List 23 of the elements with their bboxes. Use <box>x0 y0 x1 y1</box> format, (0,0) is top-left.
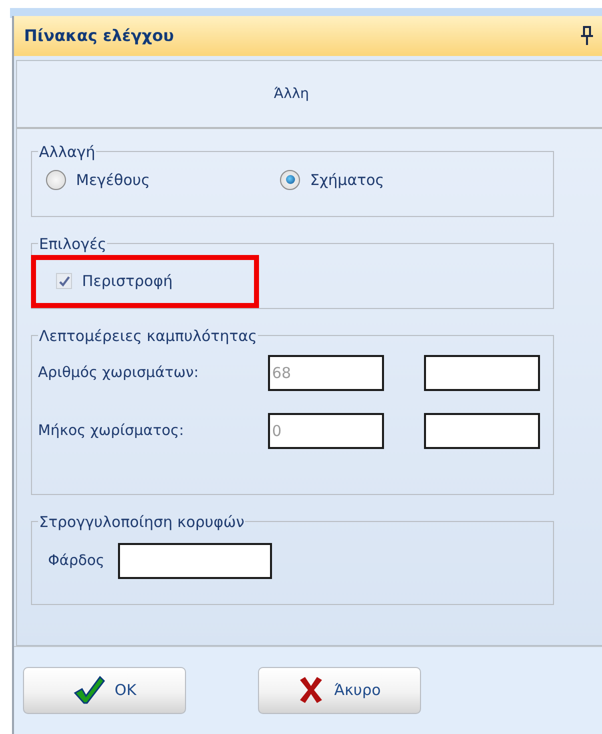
group-title: Επιλογές <box>38 234 108 253</box>
ok-button[interactable]: OK <box>23 666 186 714</box>
group-title: Λεπτομέρειες καμπυλότητας <box>38 326 258 345</box>
radio-label: Σχήματος <box>310 170 384 189</box>
close-icon <box>298 676 324 704</box>
field-label: Φάρδος <box>48 552 106 569</box>
group-title: Αλλαγή <box>38 142 96 161</box>
radio-button[interactable] <box>280 170 300 190</box>
checkmark-icon <box>72 675 105 706</box>
field-label: Αριθμός χωρισμάτων: <box>38 364 200 381</box>
section-title: Άλλη <box>274 86 310 102</box>
pin-icon[interactable] <box>580 26 594 46</box>
checkmark-icon <box>58 276 70 287</box>
input-field[interactable] <box>424 412 540 449</box>
checkbox-label: Περιστροφή <box>82 272 173 290</box>
radio-button[interactable] <box>46 170 66 190</box>
radio-label: Μεγέθους <box>76 170 150 189</box>
field-label: Μήκος χωρίσματος: <box>38 422 185 439</box>
group-title: Στρογγυλοποίηση κορυφών <box>38 512 246 531</box>
input-field[interactable] <box>118 542 272 579</box>
window-title: Πίνακας ελέγχου <box>24 26 174 46</box>
cancel-button[interactable]: Άκυρο <box>258 666 421 714</box>
input-field[interactable] <box>424 354 540 391</box>
